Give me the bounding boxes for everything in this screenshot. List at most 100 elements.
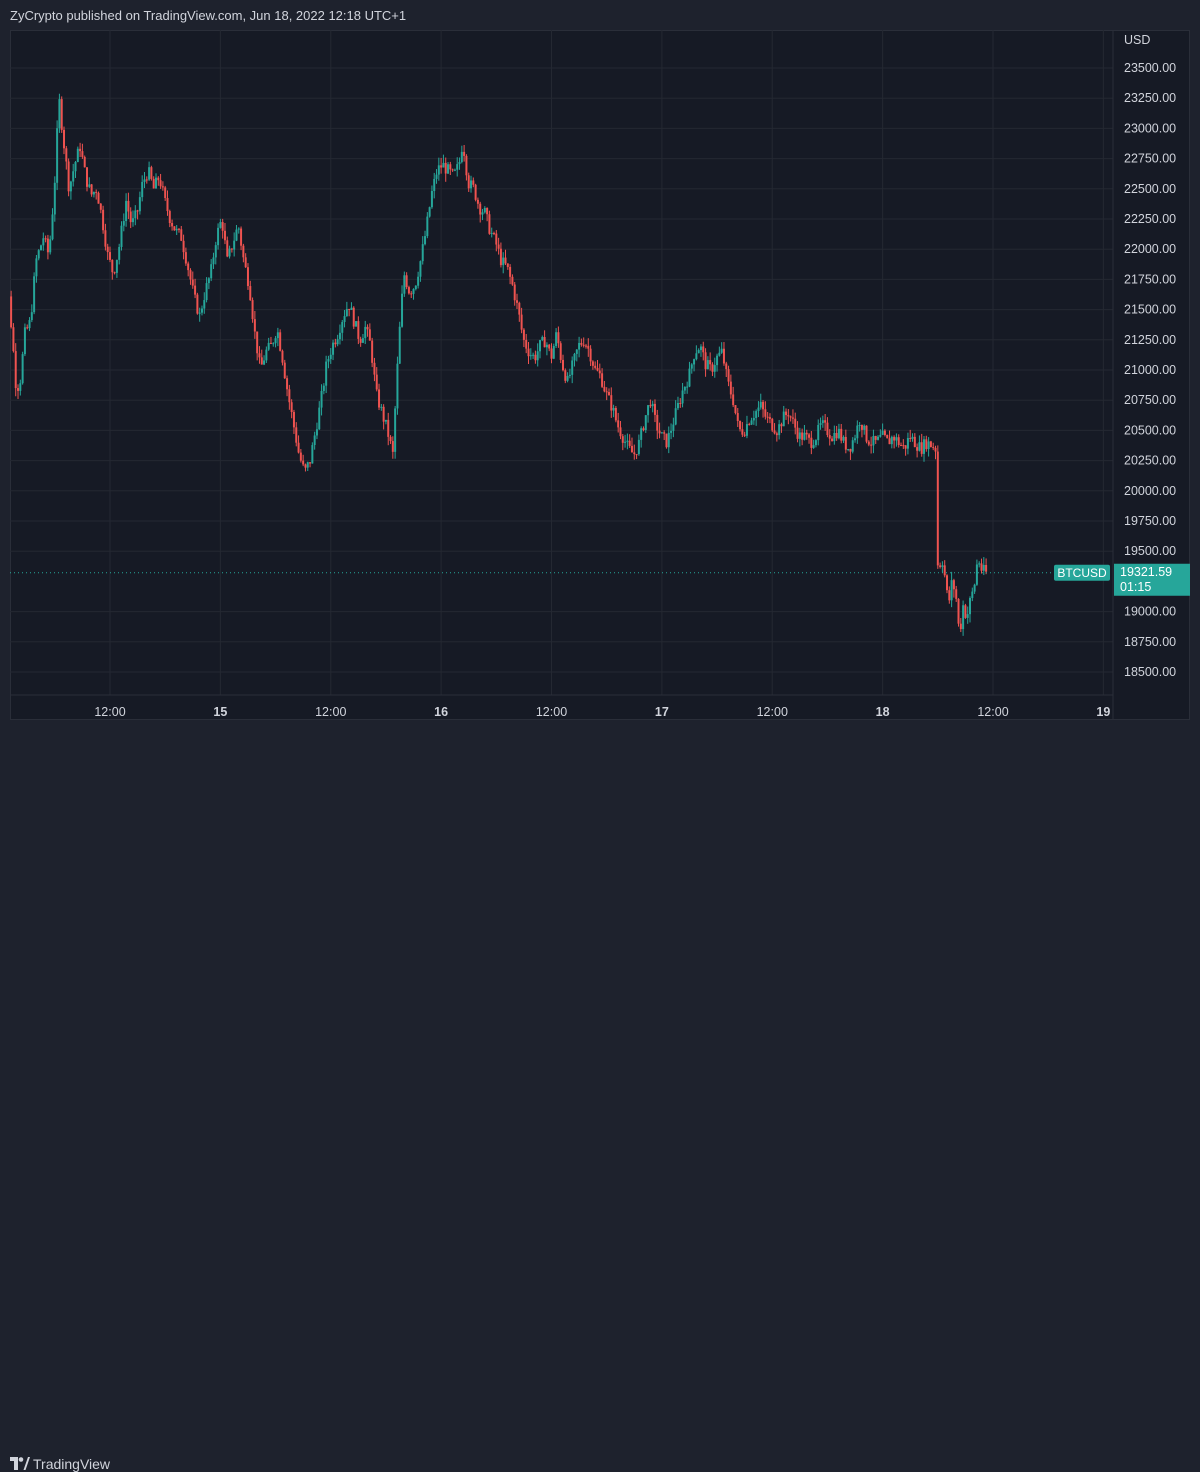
candle-body bbox=[435, 174, 438, 179]
candle-body bbox=[580, 342, 583, 345]
candle-body bbox=[288, 389, 291, 403]
candle-body bbox=[978, 563, 981, 565]
candle-body bbox=[382, 406, 385, 422]
candle-body bbox=[870, 444, 873, 446]
candle-body bbox=[242, 245, 245, 258]
candle-body bbox=[472, 180, 475, 185]
candle-body bbox=[366, 326, 369, 330]
price-tick-label: 23500.00 bbox=[1124, 61, 1176, 75]
candle-body bbox=[734, 405, 737, 414]
candle-body bbox=[251, 300, 254, 320]
candle-body bbox=[40, 245, 43, 251]
candle-body bbox=[571, 360, 574, 375]
candle-body bbox=[26, 327, 29, 329]
candle-body bbox=[460, 151, 463, 163]
candle-body bbox=[640, 428, 643, 440]
brand-name[interactable]: TradingView bbox=[33, 1456, 110, 1472]
candle-body bbox=[65, 148, 68, 162]
candle-body bbox=[433, 178, 436, 192]
candle-body bbox=[527, 348, 530, 357]
candle-body bbox=[817, 424, 820, 441]
candle-body bbox=[982, 564, 985, 571]
candle-body bbox=[854, 438, 857, 441]
candle-body bbox=[697, 350, 700, 354]
candle-body bbox=[833, 432, 836, 442]
candle-body bbox=[757, 407, 760, 412]
candle-body bbox=[973, 584, 976, 592]
candle-body bbox=[67, 161, 70, 192]
candle-body bbox=[341, 322, 344, 333]
candle-body bbox=[649, 405, 652, 407]
candle-body bbox=[115, 259, 118, 273]
candle-body bbox=[120, 225, 123, 247]
candle-body bbox=[230, 248, 233, 250]
candle-body bbox=[824, 420, 827, 423]
candle-body bbox=[154, 177, 157, 189]
candle-body bbox=[355, 321, 358, 327]
candle-body bbox=[302, 460, 305, 465]
candle-body bbox=[626, 440, 629, 442]
candle-body bbox=[676, 403, 679, 409]
candle-body bbox=[934, 447, 937, 452]
candle-body bbox=[587, 345, 590, 349]
candle-body bbox=[729, 381, 732, 395]
candle-body bbox=[568, 374, 571, 376]
candle-body bbox=[131, 218, 134, 223]
candle-body bbox=[387, 419, 390, 437]
candle-body bbox=[607, 392, 610, 396]
tradingview-logo-icon[interactable] bbox=[10, 1457, 30, 1470]
candle-body bbox=[773, 430, 776, 434]
candle-body bbox=[573, 353, 576, 361]
candle-body bbox=[97, 192, 100, 204]
candle-body bbox=[904, 445, 907, 449]
candle-body bbox=[467, 175, 470, 189]
candle-body bbox=[304, 464, 307, 468]
candle-body bbox=[578, 342, 581, 350]
candle-body bbox=[789, 416, 792, 418]
candle-body bbox=[805, 432, 808, 435]
candle-body bbox=[971, 591, 974, 599]
candle-body bbox=[791, 417, 794, 419]
candle-body bbox=[946, 575, 949, 591]
candle-body bbox=[424, 236, 427, 245]
candle-body bbox=[150, 167, 153, 179]
candle-body bbox=[28, 320, 31, 329]
candle-body bbox=[502, 257, 505, 266]
candle-body bbox=[253, 319, 256, 332]
candle-body bbox=[272, 343, 275, 345]
candle-body bbox=[764, 409, 767, 417]
candle-body bbox=[51, 214, 54, 240]
candle-body bbox=[44, 238, 47, 240]
candle-body bbox=[164, 187, 167, 199]
price-tick-label: 22000.00 bbox=[1124, 242, 1176, 256]
candle-body bbox=[217, 227, 220, 246]
candle-body bbox=[695, 353, 698, 360]
time-tick-label: 17 bbox=[655, 705, 669, 719]
candle-body bbox=[122, 221, 125, 226]
candle-body bbox=[750, 420, 753, 425]
candle-body bbox=[962, 605, 965, 630]
candle-body bbox=[690, 364, 693, 369]
time-axis[interactable]: 12:00 15 12:00 16 12:00 17 12:00 18 12:00 19 bbox=[94, 705, 1110, 719]
candle-body bbox=[621, 436, 624, 443]
candle-body bbox=[874, 436, 877, 440]
candle-body bbox=[831, 438, 834, 442]
publication-header: ZyCrypto published on TradingView.com, J… bbox=[0, 0, 1200, 30]
candle-body bbox=[642, 428, 645, 431]
candle-body bbox=[941, 565, 944, 567]
price-chart[interactable]: 23500.00 23250.00 23000.00 22750.00 22500.00… bbox=[10, 30, 1190, 720]
candle-body bbox=[442, 162, 445, 168]
candle-body bbox=[350, 307, 353, 310]
candle-body bbox=[260, 357, 263, 365]
candle-body bbox=[518, 302, 521, 315]
candle-body bbox=[60, 99, 63, 130]
candle-body bbox=[495, 233, 498, 245]
candle-body bbox=[865, 425, 868, 442]
candle-body bbox=[357, 321, 360, 339]
candle-body bbox=[959, 623, 962, 630]
candle-body bbox=[506, 263, 509, 267]
price-tick-label: 19000.00 bbox=[1124, 605, 1176, 619]
price-tick-label: 18750.00 bbox=[1124, 635, 1176, 649]
candle-body bbox=[810, 437, 813, 448]
candle-body bbox=[474, 184, 477, 200]
